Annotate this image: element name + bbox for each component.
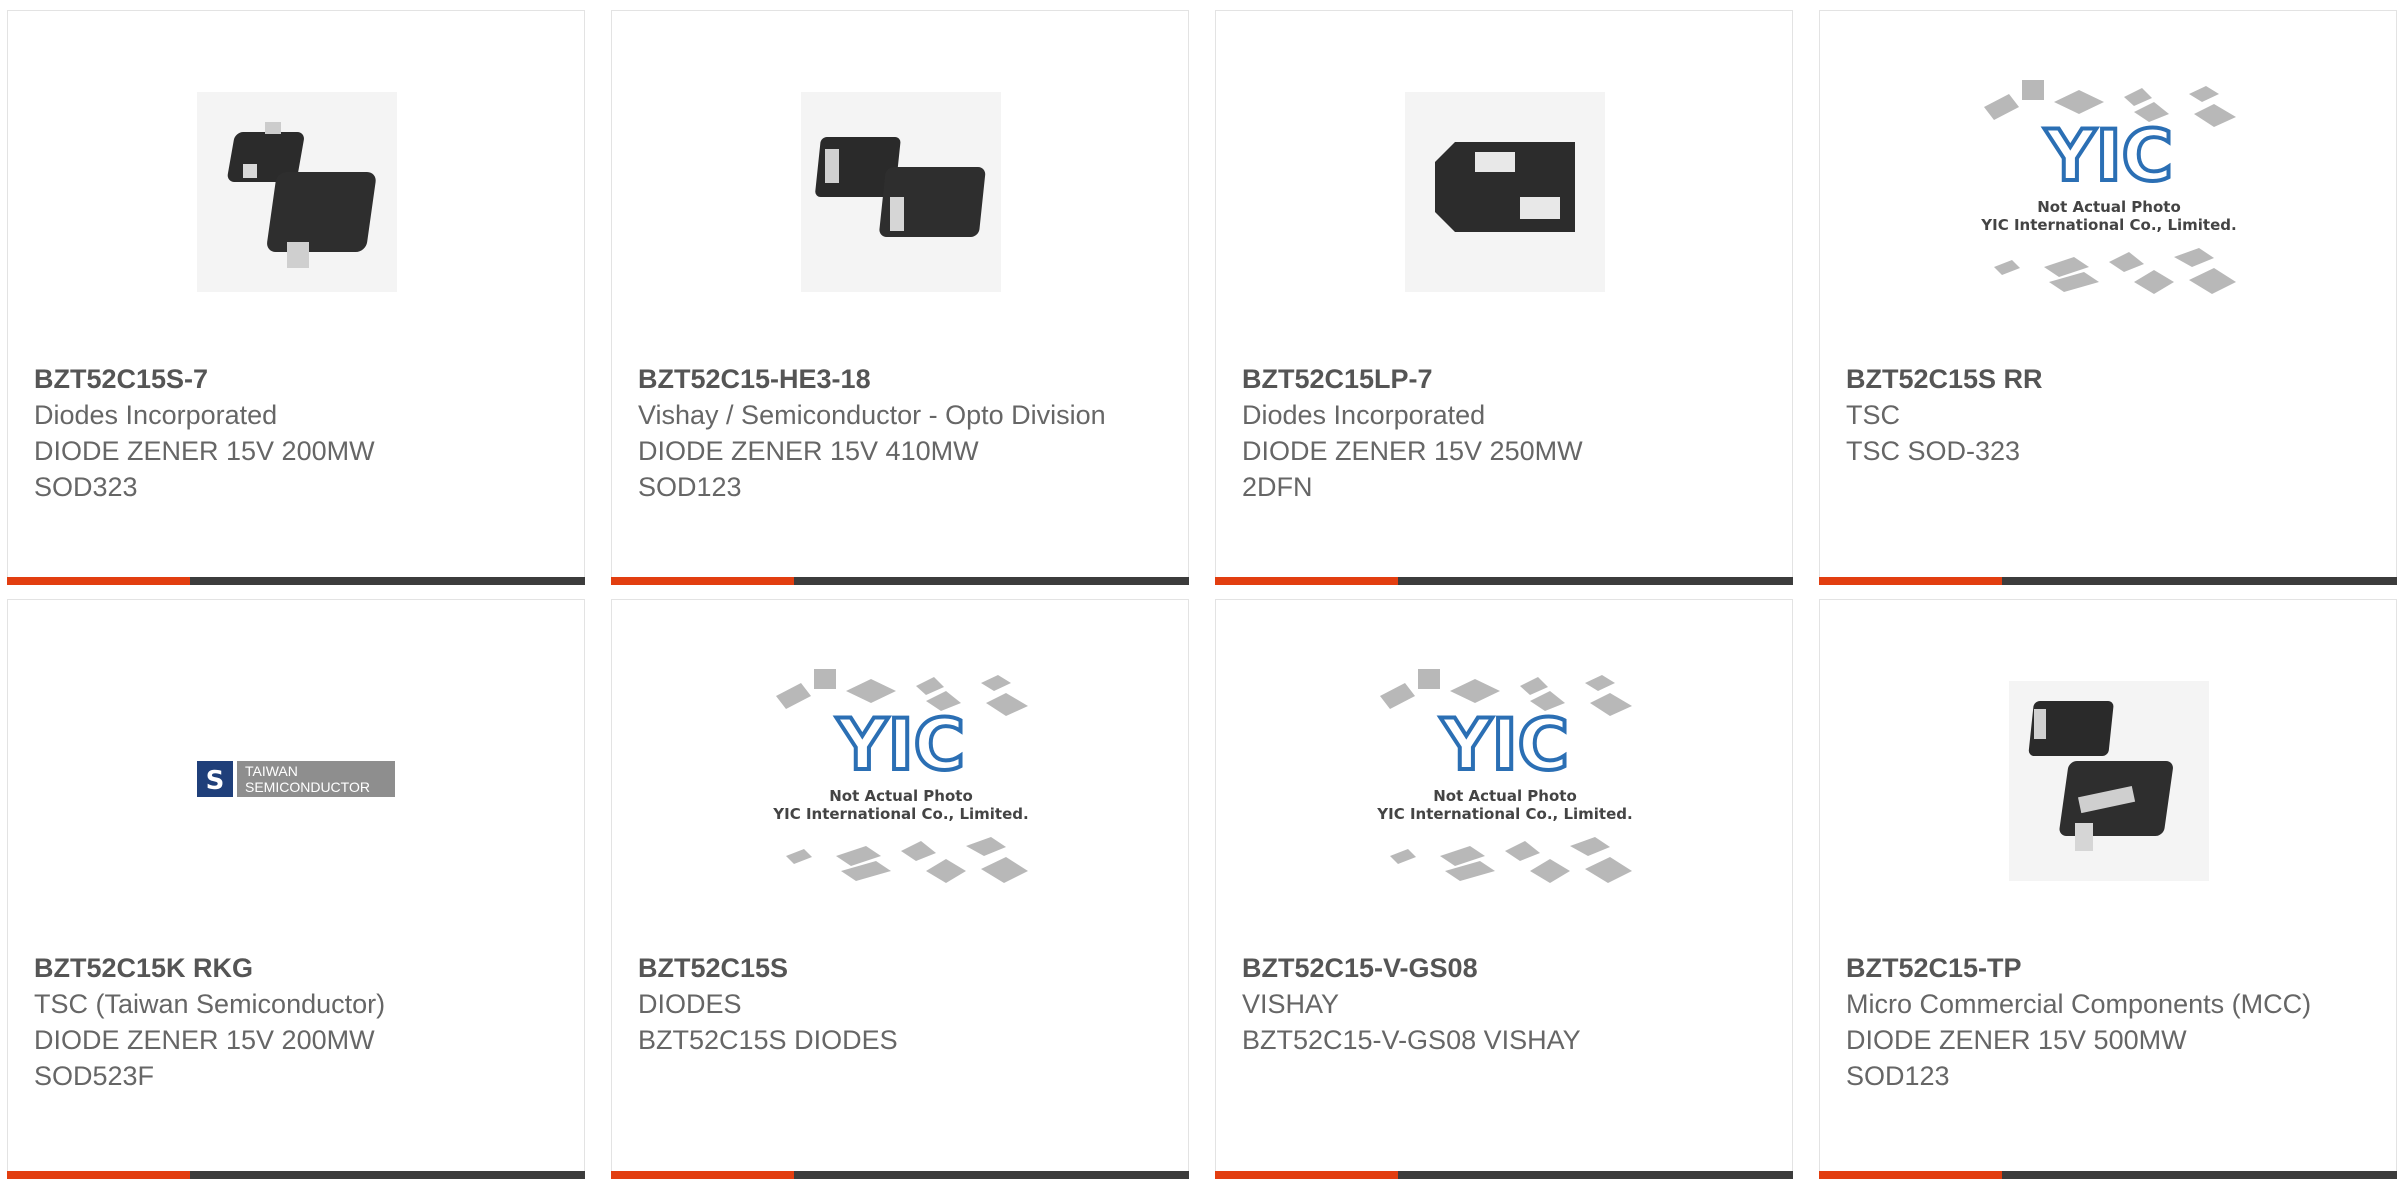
tsc-logo-line2: SEMICONDUCTOR: [245, 779, 370, 795]
product-card[interactable]: YIC Not Actual Photo YIC International C…: [1215, 599, 1793, 1179]
product-image[interactable]: [612, 87, 1190, 297]
manufacturer: DIODES: [638, 989, 742, 1019]
description: DIODE ZENER 15V 250MW: [1242, 436, 1583, 466]
placeholder-line1: Not Actual Photo: [829, 787, 973, 805]
placeholder-line2: YIC International Co., Limited.: [772, 805, 1028, 823]
part-number[interactable]: BZT52C15-HE3-18: [638, 361, 1138, 397]
accent-bar: [1819, 577, 2002, 585]
product-image[interactable]: YIC Not Actual Photo YIC International C…: [612, 669, 1190, 886]
manufacturer: TSC (Taiwan Semiconductor): [34, 989, 386, 1019]
placeholder-line2: YIC International Co., Limited.: [1376, 805, 1632, 823]
card-footer-bar: [1819, 577, 2397, 585]
card-footer-bar: [611, 577, 1189, 585]
yic-placeholder-icon: YIC Not Actual Photo YIC International C…: [772, 669, 1029, 883]
product-image[interactable]: [1216, 87, 1794, 297]
product-card[interactable]: YIC Not Actual Photo YIC International C…: [1819, 10, 2397, 585]
taiwan-semiconductor-logo-icon: S TAIWAN SEMICONDUCTOR: [197, 761, 395, 797]
yic-placeholder-icon: YIC Not Actual Photo YIC International C…: [1980, 80, 2237, 294]
product-image[interactable]: YIC Not Actual Photo YIC International C…: [1820, 80, 2398, 297]
accent-bar: [7, 577, 190, 585]
card-footer-bar: [611, 1171, 1189, 1179]
manufacturer: Micro Commercial Components (MCC): [1846, 989, 2312, 1019]
accent-bar: [1215, 1171, 1398, 1179]
part-number[interactable]: BZT52C15LP-7: [1242, 361, 1742, 397]
yic-placeholder-icon: YIC Not Actual Photo YIC International C…: [1376, 669, 1633, 883]
svg-text:S: S: [206, 766, 225, 796]
sod123-diode-photo-icon: [801, 92, 1001, 292]
accent-bar: [1215, 577, 1398, 585]
product-card[interactable]: S TAIWAN SEMICONDUCTOR BZT52C15K RKG TSC…: [7, 599, 585, 1179]
part-number[interactable]: BZT52C15S RR: [1846, 361, 2346, 397]
description: DIODE ZENER 15V 410MW: [638, 436, 979, 466]
placeholder-line1: Not Actual Photo: [1433, 787, 1577, 805]
dfn-package-photo-icon: [1405, 92, 1605, 292]
description: SOD323: [34, 472, 138, 502]
manufacturer: Diodes Incorporated: [34, 400, 278, 430]
product-card[interactable]: BZT52C15S-7 Diodes Incorporated DIODE ZE…: [7, 10, 585, 585]
manufacturer: Diodes Incorporated: [1242, 400, 1486, 430]
sod323-diode-photo-icon: [197, 92, 397, 292]
card-footer-bar: [1819, 1171, 2397, 1179]
manufacturer: VISHAY: [1242, 989, 1340, 1019]
accent-bar: [611, 1171, 794, 1179]
description: BZT52C15S DIODES: [638, 1025, 898, 1055]
card-footer-bar: [1215, 577, 1793, 585]
sod123-diode-photo-icon: [2009, 681, 2209, 881]
yic-logo: YIC: [2044, 115, 2173, 197]
part-number[interactable]: BZT52C15S-7: [34, 361, 534, 397]
description: SOD523F: [34, 1061, 155, 1091]
accent-bar: [1819, 1171, 2002, 1179]
part-number[interactable]: BZT52C15K RKG: [34, 950, 534, 986]
product-card[interactable]: YIC Not Actual Photo YIC International C…: [611, 599, 1189, 1179]
product-card[interactable]: BZT52C15LP-7 Diodes Incorporated DIODE Z…: [1215, 10, 1793, 585]
part-number[interactable]: BZT52C15-V-GS08: [1242, 950, 1742, 986]
card-footer-bar: [1215, 1171, 1793, 1179]
accent-bar: [7, 1171, 190, 1179]
part-number[interactable]: BZT52C15S: [638, 950, 1138, 986]
manufacturer: TSC: [1846, 400, 1900, 430]
product-card[interactable]: BZT52C15-HE3-18 Vishay / Semiconductor -…: [611, 10, 1189, 585]
manufacturer: Vishay / Semiconductor - Opto Division: [638, 400, 1106, 430]
description: DIODE ZENER 15V 200MW: [34, 436, 375, 466]
placeholder-line2: YIC International Co., Limited.: [1980, 216, 2236, 234]
yic-logo: YIC: [1440, 704, 1569, 786]
product-image[interactable]: [1820, 676, 2398, 886]
accent-bar: [611, 577, 794, 585]
card-footer-bar: [7, 577, 585, 585]
part-number[interactable]: BZT52C15-TP: [1846, 950, 2346, 986]
product-grid: BZT52C15S-7 Diodes Incorporated DIODE ZE…: [0, 0, 2400, 1179]
yic-logo: YIC: [836, 704, 965, 786]
product-image[interactable]: [8, 87, 586, 297]
description: TSC SOD-323: [1846, 436, 2021, 466]
product-card[interactable]: BZT52C15-TP Micro Commercial Components …: [1819, 599, 2397, 1179]
product-image[interactable]: S TAIWAN SEMICONDUCTOR: [8, 676, 586, 886]
description: BZT52C15-V-GS08 VISHAY: [1242, 1025, 1581, 1055]
tsc-logo-line1: TAIWAN: [245, 763, 298, 779]
description: SOD123: [638, 472, 742, 502]
card-footer-bar: [7, 1171, 585, 1179]
description: SOD123: [1846, 1061, 1950, 1091]
description: DIODE ZENER 15V 200MW: [34, 1025, 375, 1055]
product-image[interactable]: YIC Not Actual Photo YIC International C…: [1216, 669, 1794, 886]
description: DIODE ZENER 15V 500MW: [1846, 1025, 2187, 1055]
description: 2DFN: [1242, 472, 1313, 502]
placeholder-line1: Not Actual Photo: [2037, 198, 2181, 216]
